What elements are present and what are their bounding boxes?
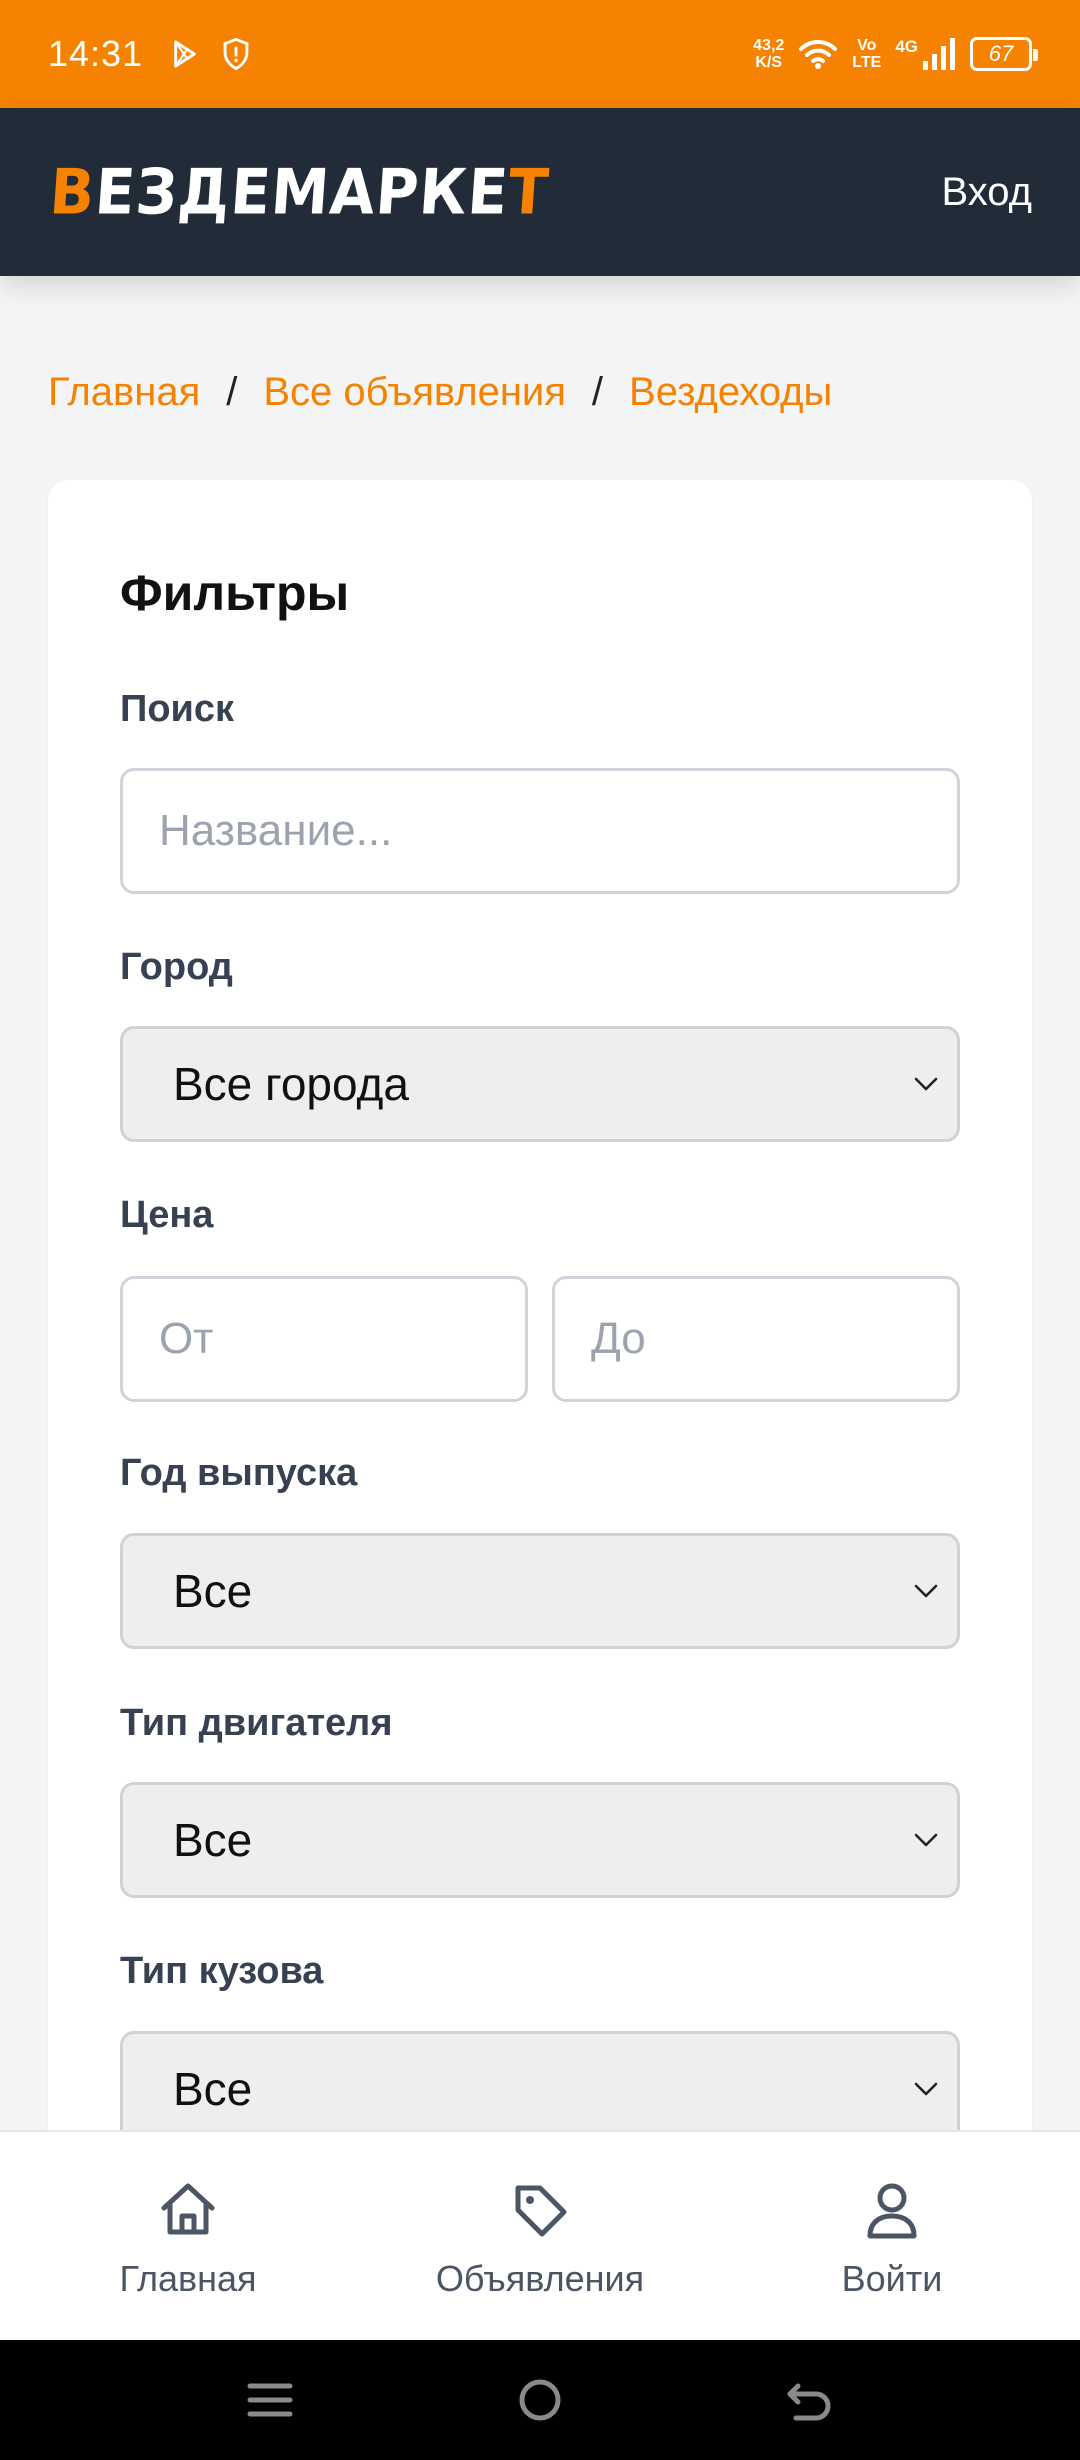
breadcrumb-home[interactable]: Главная — [48, 370, 200, 415]
breadcrumb-current[interactable]: Вездеходы — [629, 370, 832, 415]
city-select[interactable]: Все города — [120, 1026, 960, 1142]
user-icon — [867, 2183, 917, 2239]
breadcrumb: Главная / Все объявления / Вездеходы — [48, 370, 832, 415]
price-label: Цена — [120, 1194, 214, 1236]
nav-login-label: Войти — [841, 2258, 943, 2299]
signal-icon — [923, 38, 955, 70]
year-select[interactable]: Все — [120, 1533, 960, 1649]
breadcrumb-separator: / — [226, 370, 238, 414]
price-to-input[interactable] — [552, 1276, 960, 1402]
year-selected-value: Все — [173, 1565, 253, 1617]
login-link[interactable]: Вход — [942, 170, 1033, 215]
home-icon — [161, 2183, 215, 2235]
filters-title: Фильтры — [120, 565, 350, 621]
nav-login[interactable]: Войти — [792, 2132, 992, 2342]
engine-label: Тип двигателя — [120, 1702, 393, 1744]
engine-selected-value: Все — [173, 1814, 253, 1866]
bottom-nav: Главная Объявления Войти — [0, 2130, 1080, 2340]
status-time: 14:31 — [48, 33, 144, 74]
price-from-input[interactable] — [120, 1276, 528, 1402]
year-label: Год выпуска — [120, 1452, 358, 1494]
body-label: Тип кузова — [120, 1950, 324, 1992]
volte-indicator: Vo LTE — [852, 37, 882, 71]
play-store-icon — [174, 40, 196, 68]
nav-home-label: Главная — [119, 2258, 257, 2299]
home-circle-icon[interactable] — [512, 2372, 568, 2428]
network-speed: 43,2 K/S — [753, 37, 785, 71]
tag-icon — [515, 2185, 567, 2237]
site-logo[interactable]: В ЕЗДЕМАРКЕ Т — [47, 155, 551, 228]
system-nav-bar — [0, 2340, 1080, 2460]
nav-listings-label: Объявления — [435, 2258, 645, 2299]
chevron-down-icon — [914, 1077, 938, 1091]
city-selected-value: Все города — [173, 1058, 409, 1110]
nav-home[interactable]: Главная — [88, 2132, 288, 2342]
body-selected-value: Все — [173, 2063, 253, 2115]
shield-icon — [223, 37, 249, 71]
nav-listings[interactable]: Объявления — [420, 2132, 660, 2342]
chevron-down-icon — [914, 1833, 938, 1847]
city-label: Город — [120, 946, 233, 988]
menu-icon[interactable] — [242, 2372, 298, 2428]
chevron-down-icon — [914, 1584, 938, 1598]
wifi-icon — [799, 39, 838, 69]
status-bar: 14:31 43,2 K/S Vo LTE 4G 67 — [0, 0, 1080, 108]
network-type: 4G — [895, 37, 918, 56]
engine-select[interactable]: Все — [120, 1782, 960, 1898]
breadcrumb-separator: / — [591, 370, 604, 414]
battery-icon: 67 — [970, 37, 1038, 71]
battery-level: 67 — [988, 41, 1014, 66]
breadcrumb-all-listings[interactable]: Все объявления — [263, 370, 566, 415]
search-input[interactable] — [120, 768, 960, 894]
app-header: В ЕЗДЕМАРКЕ Т Вход — [0, 108, 1080, 276]
back-icon[interactable] — [782, 2372, 838, 2428]
chevron-down-icon — [914, 2082, 938, 2096]
filters-card: Фильтры Поиск Город Все города Цена Год … — [48, 480, 1032, 2280]
search-label: Поиск — [120, 688, 235, 730]
